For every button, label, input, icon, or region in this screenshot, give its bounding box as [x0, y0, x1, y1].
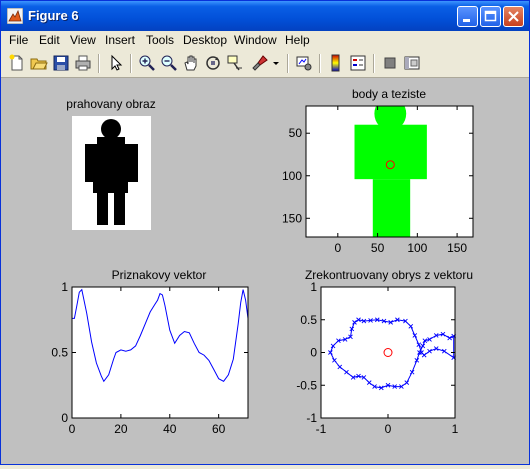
- y-tick-label: 50: [289, 126, 303, 140]
- y-tick-label: 1: [310, 280, 317, 294]
- figure-svg: prahovany obraz body a teziste 0 50 100 150…: [1, 78, 529, 464]
- menu-view[interactable]: View: [70, 33, 96, 47]
- data-cursor-icon[interactable]: [226, 54, 244, 72]
- save-icon[interactable]: [52, 54, 70, 72]
- toolbar-separator: [373, 54, 375, 73]
- axes-background: [72, 287, 248, 418]
- figure-canvas: prahovany obraz body a teziste 0 50 100 150…: [1, 78, 529, 464]
- y-tick-label: 0: [61, 411, 68, 425]
- silhouette-left-leg: [97, 192, 108, 225]
- x-tick-label: 0: [385, 422, 392, 436]
- maximize-button[interactable]: [480, 6, 501, 27]
- toolbar-separator: [287, 54, 289, 73]
- x-tick-label: 40: [163, 422, 177, 436]
- legend-icon[interactable]: [349, 54, 367, 72]
- silhouette-shoulders: [97, 137, 125, 145]
- minimize-button[interactable]: [457, 6, 478, 27]
- x-tick-label: 150: [447, 241, 467, 255]
- subplot-4-title: Zrekontruovany obrys z vektoru: [305, 268, 473, 282]
- x-tick-label: 1: [452, 422, 459, 436]
- menu-insert[interactable]: Insert: [105, 33, 135, 47]
- window-title: Figure 6: [28, 8, 79, 23]
- body-region: [372, 179, 411, 237]
- edit-plot-arrow-icon[interactable]: [107, 54, 125, 72]
- subplot-1-title: prahovany obraz: [66, 97, 155, 111]
- figure-toolbar: [1, 50, 529, 78]
- y-tick-label: 150: [282, 211, 302, 225]
- axes-background: [321, 287, 455, 418]
- y-tick-label: -0.5: [296, 378, 317, 392]
- silhouette-torso-arms: [85, 144, 138, 182]
- axes-priznakovy-vektor: 0 20 40 60 0 0.5 1: [51, 280, 249, 436]
- close-icon: [508, 11, 519, 22]
- x-tick-label: -1: [316, 422, 327, 436]
- menu-edit[interactable]: Edit: [39, 33, 60, 47]
- link-plot-icon[interactable]: [295, 54, 313, 72]
- body-region: [354, 124, 427, 180]
- menu-file[interactable]: File: [9, 33, 28, 47]
- y-tick-label: -1: [306, 411, 317, 425]
- minimize-icon: [463, 19, 470, 22]
- rotate-3d-icon[interactable]: [204, 54, 222, 72]
- close-button[interactable]: [503, 6, 524, 27]
- y-tick-label: 0.5: [300, 313, 317, 327]
- open-file-icon[interactable]: [30, 54, 48, 72]
- figure-window: Figure 6 File Edit View Insert Tools Des…: [0, 0, 530, 465]
- menu-tools[interactable]: Tools: [146, 33, 174, 47]
- toolbar-separator: [98, 54, 100, 73]
- show-plot-tools-icon[interactable]: [403, 54, 421, 72]
- pan-hand-icon[interactable]: [182, 54, 200, 72]
- x-tick-label: 20: [114, 422, 128, 436]
- new-figure-icon[interactable]: [8, 54, 26, 72]
- thresholded-image: [72, 116, 151, 230]
- brush-icon[interactable]: [251, 54, 269, 72]
- subplot-2-title: body a teziste: [352, 87, 426, 101]
- x-tick-label: 60: [212, 422, 226, 436]
- silhouette-right-leg: [114, 192, 125, 225]
- silhouette-head: [101, 119, 121, 139]
- subplot-3-title: Priznakovy vektor: [112, 268, 207, 282]
- title-bar[interactable]: Figure 6: [1, 1, 529, 31]
- hide-plot-tools-icon[interactable]: [381, 54, 399, 72]
- maximize-icon: [484, 10, 497, 22]
- menu-window[interactable]: Window: [234, 33, 277, 47]
- x-tick-label: 50: [371, 241, 385, 255]
- y-tick-label: 100: [282, 169, 302, 183]
- toolbar-separator: [319, 54, 321, 73]
- y-tick-label: 0: [310, 346, 317, 360]
- x-tick-label: 0: [69, 422, 76, 436]
- toolbar-separator: [130, 54, 132, 73]
- colorbar-icon[interactable]: [327, 54, 345, 72]
- axes-body-teziste: 0 50 100 150 50 100 150: [282, 105, 474, 255]
- zoom-out-icon[interactable]: [160, 54, 178, 72]
- menu-help[interactable]: Help: [285, 33, 310, 47]
- x-tick-label: 0: [334, 241, 341, 255]
- menu-desktop[interactable]: Desktop: [183, 33, 227, 47]
- brush-dropdown-icon[interactable]: [271, 54, 281, 72]
- x-tick-label: 100: [407, 241, 427, 255]
- matlab-figure-icon: [7, 8, 23, 24]
- menu-bar: File Edit View Insert Tools Desktop Wind…: [1, 31, 529, 50]
- axes-zrekontruovany-obrys: -1 0 1 -1 -0.5 0 0.5 1: [296, 280, 458, 436]
- print-icon[interactable]: [74, 54, 92, 72]
- y-tick-label: 1: [61, 280, 68, 294]
- y-tick-label: 0.5: [51, 346, 68, 360]
- silhouette-hips: [93, 181, 128, 193]
- zoom-in-icon[interactable]: [138, 54, 156, 72]
